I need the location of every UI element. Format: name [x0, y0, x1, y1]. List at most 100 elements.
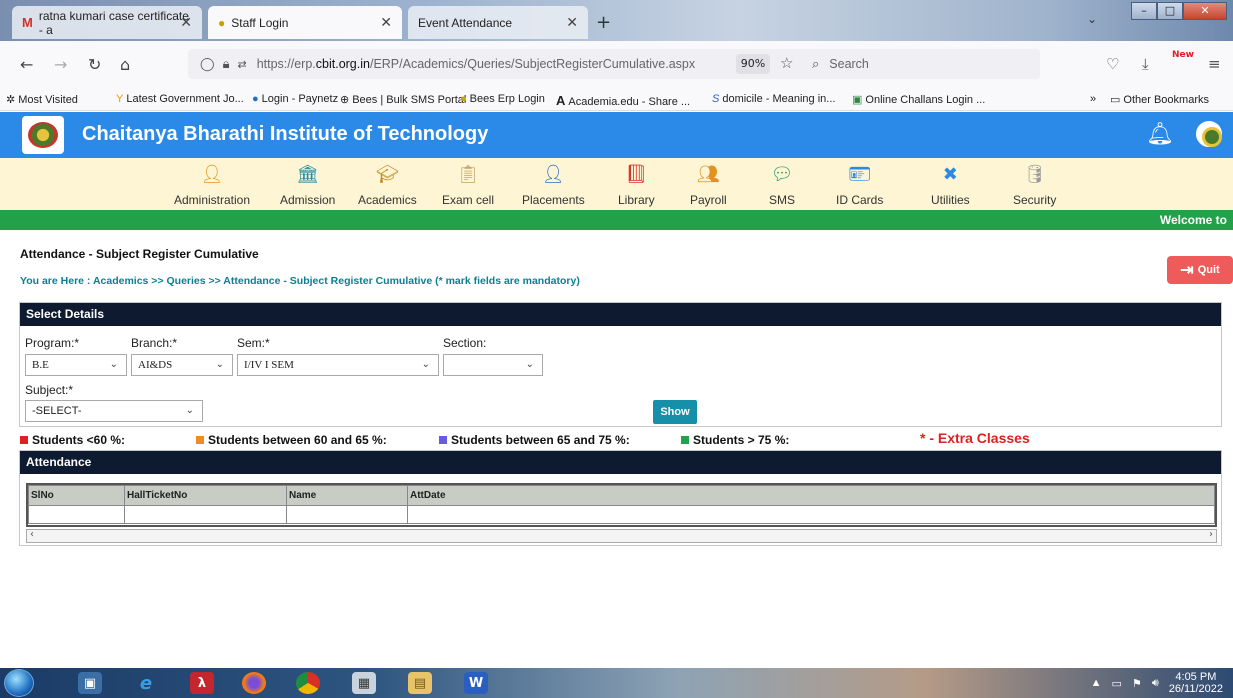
menu-utilities[interactable]: ✖︎ Utilities [931, 162, 970, 207]
bookmark-most-visited[interactable]: ✲ Most Visited [6, 93, 78, 106]
new-extension-icon[interactable]: New [1172, 50, 1194, 60]
menu-academics[interactable]: 🎓︎ Academics [358, 162, 417, 207]
close-window-icon[interactable]: ✕ [1183, 2, 1227, 20]
id-card-icon: 🪪︎ [848, 164, 872, 184]
menu-admission[interactable]: 🏛︎ Admission [280, 162, 335, 207]
file-explorer-icon[interactable]: ▤ [408, 672, 432, 694]
clock-date: 26/11/2022 [1168, 683, 1223, 695]
new-tab-icon[interactable]: + [596, 12, 611, 33]
flag-icon[interactable]: ⚑ [1132, 677, 1142, 690]
horizontal-scrollbar[interactable]: ‹ › [26, 529, 1217, 543]
clock[interactable]: 4:05 PM 26/11/2022 [1169, 671, 1223, 695]
url-domain: cbit.org.in [315, 57, 370, 71]
minimize-icon[interactable]: – [1131, 2, 1157, 20]
chevron-down-icon[interactable]: ⌄ [1087, 12, 1097, 26]
welcome-text: Welcome to [1159, 213, 1227, 227]
scroll-left-icon[interactable]: ‹ [30, 529, 34, 540]
pocket-icon[interactable]: ♡ [1106, 55, 1119, 73]
legend-above-75: Students > 75 %: [681, 433, 789, 447]
green-square-icon [681, 436, 689, 444]
start-button[interactable] [4, 669, 34, 697]
close-icon[interactable]: ✕ [180, 14, 192, 31]
home-icon[interactable]: ⌂ [120, 55, 130, 74]
bookmark-latest-govt[interactable]: Y Latest Government Jo... [116, 93, 244, 105]
legend-60-65: Students between 60 and 65 %: [196, 433, 387, 447]
cbit-logo [22, 116, 64, 154]
menu-icon[interactable]: ≡ [1208, 55, 1221, 73]
purple-square-icon [439, 436, 447, 444]
legend-label: Students > 75 %: [693, 433, 790, 447]
branch-select[interactable]: AI&DS ⌄ [131, 354, 233, 376]
bookmark-bulk-sms[interactable]: ⊕ Bees | Bulk SMS Portal [340, 93, 466, 106]
chrome-icon[interactable] [296, 672, 320, 694]
column-header-name: Name [286, 485, 408, 506]
window-controls: – □ ✕ [1131, 2, 1227, 20]
tab-staff-login[interactable]: ● Staff Login ✕ [208, 6, 402, 39]
section-select[interactable]: ⌄ [443, 354, 543, 376]
tab-gmail[interactable]: M ratna kumari case certificate - a ✕ [12, 6, 202, 39]
chevron-up-icon[interactable]: ▲ [1091, 677, 1102, 689]
bookmark-domicile[interactable]: Sdomicile - Meaning in... [712, 93, 835, 105]
zoom-level[interactable]: 90% [736, 54, 770, 74]
bookmark-star-icon[interactable]: ☆ [780, 54, 793, 72]
subject-value: -SELECT- [32, 405, 82, 417]
menu-administration[interactable]: 👤︎ Administration [174, 162, 250, 207]
bookmarks-overflow-icon[interactable]: » [1090, 93, 1096, 105]
bookmark-paynetz[interactable]: ● Login - Paynetz [252, 93, 338, 105]
reload-icon[interactable]: ↻ [88, 55, 101, 74]
bookmark-label: Login - Paynetz [261, 93, 339, 105]
sem-select[interactable]: I/IV I SEM ⌄ [237, 354, 439, 376]
download-icon[interactable]: ⤓ [1142, 55, 1149, 73]
volume-icon[interactable]: 🔊︎ [1152, 677, 1159, 690]
bookmark-site-icon: ▣ [852, 94, 863, 106]
back-icon[interactable]: ← [20, 55, 33, 74]
forward-icon[interactable]: → [54, 55, 67, 74]
word-icon[interactable]: W [464, 672, 488, 694]
bookmark-site-icon: ● [252, 93, 259, 105]
search-box[interactable]: ⌕ Search [800, 49, 1040, 79]
tab-event-attendance[interactable]: Event Attendance ✕ [408, 6, 588, 39]
navigation-bar: ← → ↻ ⌂ ◯ 🔒︎ ⇄ https://erp.cbit.org.in/E… [0, 41, 1233, 89]
network-icon[interactable]: ▭ [1112, 677, 1122, 690]
legend-label: Students between 65 and 75 %: [451, 433, 630, 447]
firefox-icon[interactable] [242, 672, 266, 694]
menu-security[interactable]: 🛢︎ Security [1013, 162, 1056, 207]
browser-tab-strip: M ratna kumari case certificate - a ✕ ● … [0, 0, 1233, 41]
permissions-icon[interactable]: ⇄ [237, 58, 246, 71]
maximize-icon[interactable]: □ [1157, 2, 1183, 20]
table-row [28, 505, 1215, 524]
subject-select[interactable]: -SELECT- ⌄ [25, 400, 203, 422]
select-details-heading: Select Details [20, 303, 1221, 326]
menu-sms[interactable]: 💬︎ SMS [769, 162, 795, 207]
acrobat-icon[interactable]: λ [190, 672, 214, 694]
red-square-icon [20, 436, 28, 444]
scroll-right-icon[interactable]: › [1209, 529, 1213, 540]
bookmark-academia[interactable]: A Academia.edu - Share ... [556, 93, 690, 108]
menu-library[interactable]: 📕︎ Library [618, 162, 655, 207]
close-icon[interactable]: ✕ [566, 14, 578, 31]
menu-payroll[interactable]: 👥︎ Payroll [690, 162, 727, 207]
subject-label: Subject:* [25, 383, 74, 397]
calculator-icon[interactable]: ▦ [352, 672, 376, 694]
bookmark-online-challans[interactable]: ▣ Online Challans Login ... [852, 93, 985, 106]
tab-label: ratna kumari case certificate - a [38, 8, 189, 37]
taskbar-app-icon[interactable]: ▣ [78, 672, 102, 694]
bookmark-other[interactable]: ▭ Other Bookmarks [1110, 93, 1209, 106]
search-input[interactable]: Search [829, 57, 869, 71]
menu-exam-cell[interactable]: 📋︎ Exam cell [442, 162, 494, 207]
tools-icon: ✖︎ [942, 164, 958, 184]
menu-label: ID Cards [836, 193, 884, 207]
menu-id-cards[interactable]: 🪪︎ ID Cards [836, 162, 883, 207]
bookmarks-bar: ✲ Most Visited Y Latest Government Jo... ●… [0, 89, 1233, 111]
menu-placements[interactable]: 👤︎ Placements [522, 162, 585, 207]
chevron-down-icon: ⌄ [215, 359, 224, 370]
bell-icon[interactable]: 🔔︎ [1146, 122, 1174, 147]
bookmark-bees-erp[interactable]: ● Bees Erp Login [460, 93, 545, 105]
table-cell [407, 505, 1215, 524]
close-icon[interactable]: ✕ [380, 14, 392, 31]
quit-button[interactable]: ⇥ Quit [1167, 256, 1233, 284]
show-button[interactable]: Show [653, 400, 697, 424]
internet-explorer-icon[interactable]: e [134, 672, 158, 694]
program-select[interactable]: B.E ⌄ [25, 354, 127, 376]
avatar[interactable] [1196, 121, 1222, 147]
